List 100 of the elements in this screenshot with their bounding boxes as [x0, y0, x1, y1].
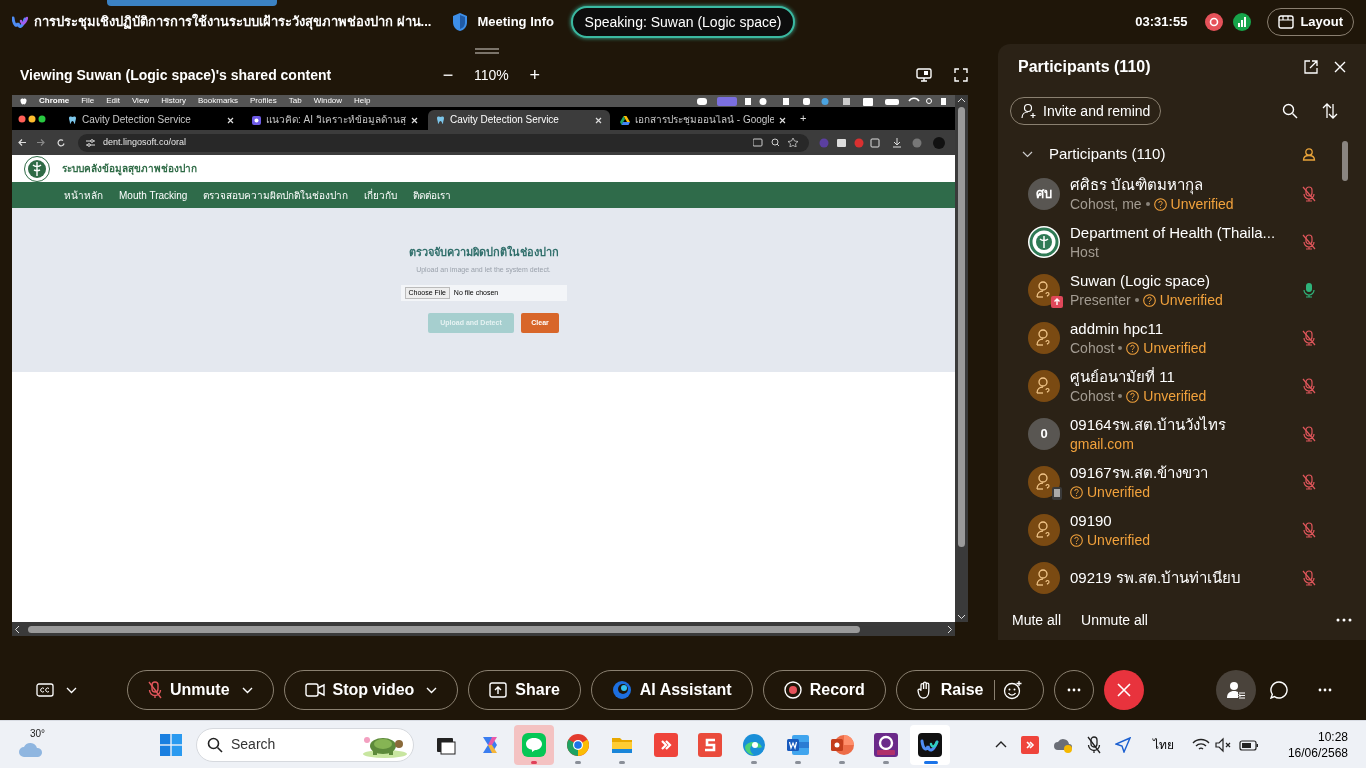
emoji-icon[interactable] — [1002, 680, 1023, 700]
browser-tab[interactable]: Cavity Detection Service — [428, 110, 610, 130]
temperature: 30° — [30, 726, 46, 741]
close-icon[interactable] — [227, 116, 234, 124]
browser-icon — [566, 732, 590, 757]
start-icon[interactable] — [160, 733, 182, 756]
fullscreen-icon[interactable] — [954, 68, 968, 82]
close-icon[interactable] — [779, 116, 786, 124]
host-person-icon — [1302, 147, 1316, 161]
participant-row[interactable]: ศูนย์อนามัยที่ 11 Cohost Unverified — [998, 362, 1366, 410]
question-icon — [1070, 485, 1083, 499]
more-icon[interactable] — [1318, 688, 1332, 692]
participant-row[interactable]: Suwan (Logic space) Presenter Unverified — [998, 266, 1366, 314]
search-icon[interactable] — [1282, 103, 1298, 119]
chat-icon[interactable] — [1270, 681, 1288, 699]
menu-item[interactable]: File — [81, 97, 95, 105]
nav-link[interactable]: Mouth Tracking — [119, 187, 188, 203]
question-icon — [1142, 293, 1156, 307]
search-input[interactable]: Search — [231, 734, 353, 755]
menu-item[interactable]: Tab — [288, 97, 302, 105]
microphone-icon[interactable] — [1302, 282, 1316, 298]
horizontal-scrollbar[interactable] — [12, 622, 955, 636]
menu-item[interactable]: Chrome — [39, 97, 70, 105]
nav-link[interactable]: หน้าหลัก — [64, 187, 103, 203]
record-icon — [783, 681, 802, 699]
scroll-thumb[interactable] — [1342, 141, 1348, 181]
muted-microphone-icon — [148, 681, 162, 699]
nav-link[interactable]: ติดต่อเรา — [413, 187, 452, 203]
captions-button[interactable] — [36, 683, 77, 697]
menu-item[interactable]: Edit — [106, 97, 120, 105]
window-controls-icon[interactable] — [18, 114, 48, 123]
participant-name: 09167รพ.สต.ข้างขวา — [1070, 463, 1210, 483]
drag-handle-icon[interactable] — [475, 48, 499, 54]
new-tab-button[interactable]: + — [800, 113, 807, 124]
mute-control-button[interactable]: Unmute all — [1081, 609, 1148, 631]
zoom-in-button[interactable]: + — [526, 66, 543, 84]
recording-icon[interactable] — [1205, 13, 1224, 31]
elapsed-time: 03:31:55 — [1135, 13, 1188, 32]
search-bar[interactable]: Search — [196, 727, 414, 762]
menu-item[interactable]: View — [131, 97, 150, 105]
top-handle[interactable] — [107, 0, 277, 6]
clock[interactable]: 10:28 16/06/2568 — [1287, 728, 1348, 761]
url-text: dent.lingosoft.co/oral — [103, 135, 187, 149]
meeting-title: การประชุมเชิงปฏิบัติการการใช้งานระบบเฝ้าระวังสุขภาพช่องปาก ผ่าน... — [34, 12, 432, 32]
close-icon[interactable] — [411, 116, 418, 124]
menu-item[interactable]: Profiles — [250, 97, 277, 105]
meeting-info-button[interactable]: Meeting Info — [451, 12, 554, 32]
scroll-down-icon[interactable] — [957, 614, 966, 620]
menu-item[interactable]: History — [161, 97, 186, 105]
browser-tab[interactable]: แนวคิด: AI วิเคราะห์ข้อมูลด้านสุ — [244, 110, 426, 130]
pop-out-icon[interactable] — [1304, 60, 1318, 74]
menu-item[interactable]: Bookmarks — [198, 97, 239, 105]
chevron-icon[interactable] — [1022, 150, 1033, 158]
monitor-icon[interactable] — [916, 68, 932, 82]
zoom-out-button[interactable]: − — [440, 66, 456, 84]
person-avatar-icon — [1028, 514, 1060, 546]
site-settings-icon[interactable] — [86, 138, 95, 147]
apple-icon[interactable] — [20, 97, 27, 105]
participant-row[interactable]: 09219 รพ.สต.บ้านท่าเนียบ — [998, 554, 1366, 600]
scroll-up-icon[interactable] — [957, 97, 966, 103]
office-suite-icon — [698, 732, 722, 757]
participant-row[interactable]: 09167รพ.สต.ข้างขวา Unverified — [998, 458, 1366, 506]
menubar-icons-drawing[interactable] — [697, 96, 947, 106]
verification-status: Unverified — [1143, 387, 1207, 405]
language-indicator[interactable]: ไทย — [1152, 735, 1174, 754]
participant-row[interactable]: Department of Health (Thaila... Host — [998, 218, 1366, 266]
participant-row[interactable]: 0 09164รพ.สต.บ้านวังไทร gmail.com — [998, 410, 1366, 458]
scroll-left-icon[interactable] — [14, 624, 20, 634]
menu-item[interactable]: Window — [313, 97, 343, 105]
participant-row[interactable]: 09190 Unverified — [998, 506, 1366, 554]
scroll-right-icon[interactable] — [947, 624, 953, 634]
nav-link[interactable]: เกี่ยวกับ — [364, 187, 398, 203]
taskbar-app-button[interactable] — [910, 724, 950, 765]
address-actions-icons-drawing[interactable] — [753, 138, 801, 147]
person-avatar-icon — [1028, 322, 1060, 354]
participant-row[interactable]: addmin hpc11 Cohost Unverified — [998, 314, 1366, 362]
participant-name: ศูนย์อนามัยที่ 11 — [1070, 367, 1176, 387]
menu-item[interactable]: Help — [354, 97, 371, 105]
address-bar[interactable]: dent.lingosoft.co/oral — [78, 133, 809, 152]
participant-role: Presenter — [1070, 291, 1131, 309]
connection-icon[interactable] — [1233, 13, 1252, 31]
chevron-up-icon[interactable] — [994, 741, 1007, 748]
tab-title: แนวคิด: AI วิเคราะห์ข้อมูลด้านสุ — [266, 115, 406, 125]
muted-microphone-icon[interactable] — [1086, 735, 1101, 754]
participants-button[interactable] — [1216, 670, 1256, 710]
section-header[interactable]: Participants (110) — [998, 138, 1366, 170]
leave-button[interactable] — [1103, 670, 1144, 710]
remote-desktop-icon[interactable] — [1020, 735, 1039, 754]
nav-link[interactable]: ตรวจสอบความผิดปกติในช่องปาก — [203, 187, 349, 203]
mute-control-button[interactable]: Mute all — [1012, 609, 1062, 631]
sort-icon[interactable] — [1322, 103, 1338, 119]
more-icon[interactable] — [1336, 618, 1352, 622]
browser-tab[interactable]: Cavity Detection Service — [60, 110, 242, 130]
location-icon[interactable] — [1114, 736, 1131, 753]
close-icon[interactable] — [595, 116, 602, 124]
vertical-scrollbar[interactable] — [955, 95, 968, 622]
participant-role: Cohost — [1070, 387, 1115, 405]
section-heading: ตรวจจับความผิดปกติในช่องปาก — [408, 244, 559, 260]
participant-row[interactable]: ศบ ศศิธร บัณฑิตมหากุล Cohost, me Unverified — [998, 170, 1366, 218]
emblem-icon[interactable] — [24, 155, 50, 182]
